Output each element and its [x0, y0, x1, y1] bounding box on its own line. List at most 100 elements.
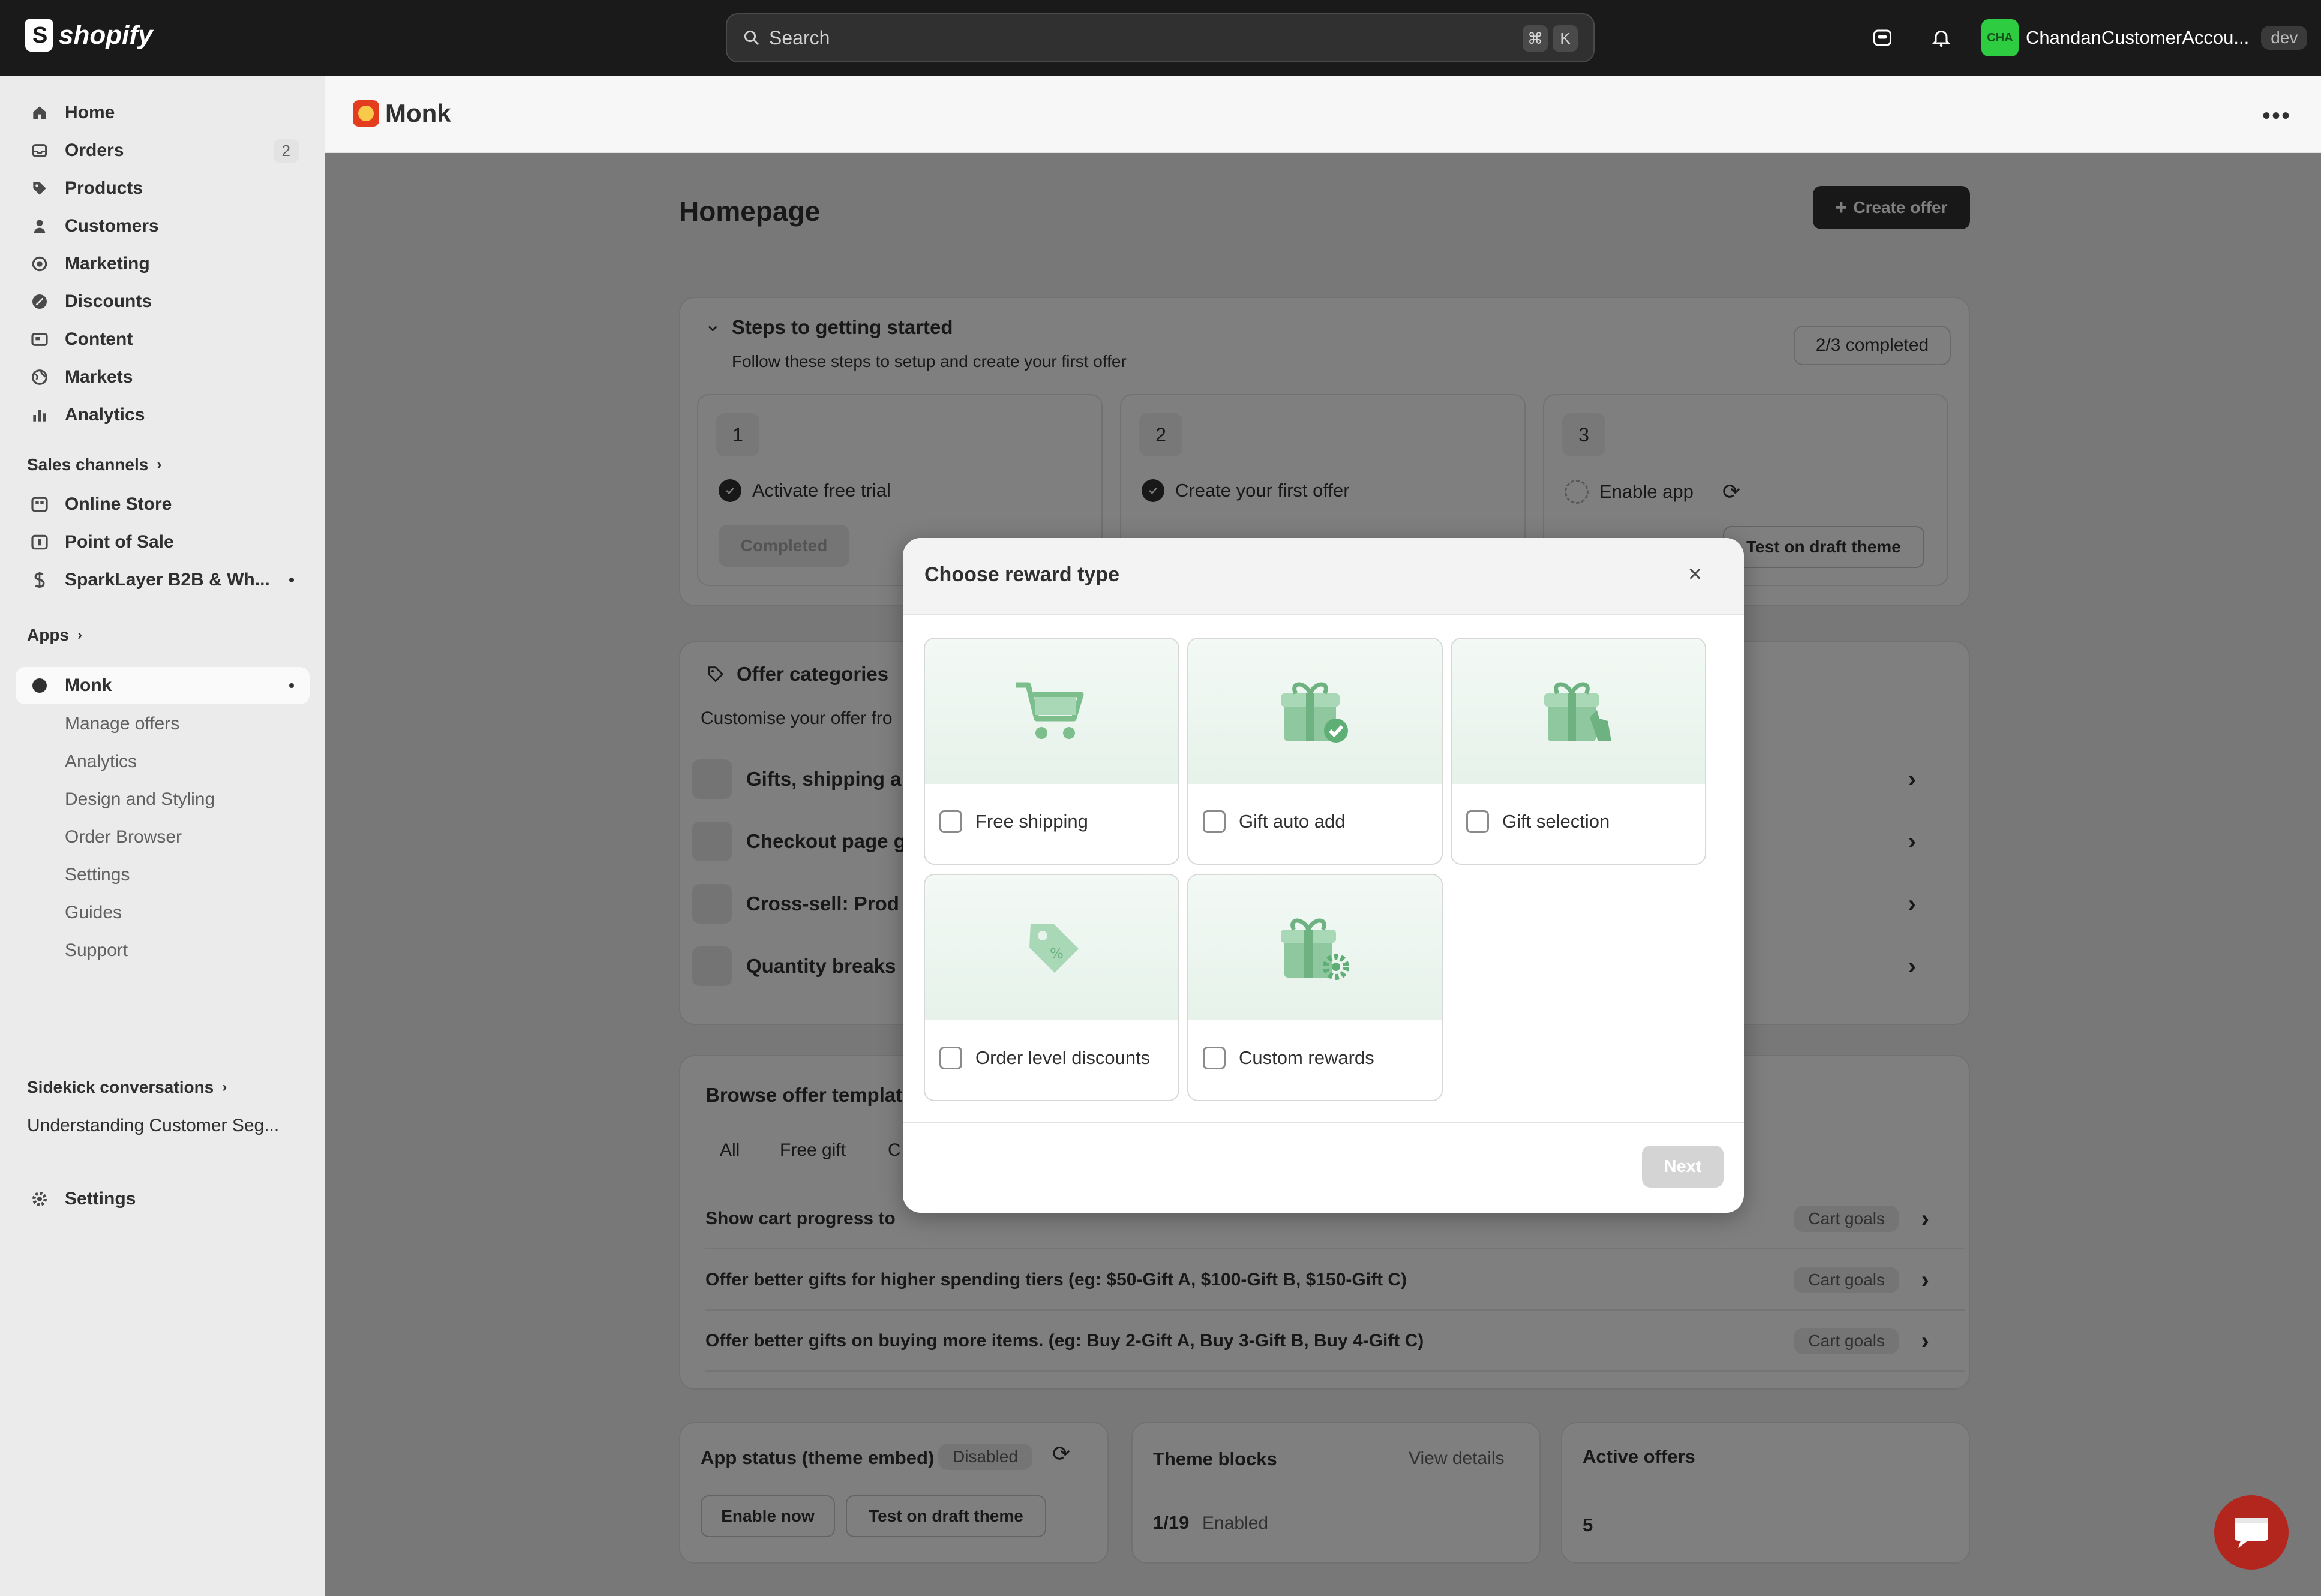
sidekick-icon[interactable] — [1869, 24, 1896, 52]
gift-auto-add-checkbox[interactable] — [1203, 810, 1226, 833]
reward-label: Gift auto add — [1239, 811, 1346, 832]
logo-text: shopify — [59, 20, 153, 50]
sidebar-item-label: Customers — [65, 216, 159, 236]
reward-image — [925, 639, 1178, 784]
reward-label: Order level discounts — [975, 1047, 1151, 1068]
monk-logo-icon — [353, 100, 379, 127]
account-avatar: CHA — [1981, 19, 2019, 56]
reward-image — [1188, 639, 1442, 784]
sidebar-subitem-settings[interactable]: Settings — [65, 857, 130, 893]
sidebar-item-label: Markets — [65, 367, 133, 387]
sidebar-subitem-guides[interactable]: Guides — [65, 895, 122, 931]
sidebar-item-content[interactable]: Content — [16, 321, 310, 358]
sidebar-item-label: Marketing — [65, 254, 150, 273]
sidebar-item-label: Point of Sale — [65, 532, 174, 552]
sales-channels-label: Sales channels — [27, 455, 149, 474]
reward-option-gift-auto-add[interactable]: Gift auto add — [1187, 638, 1443, 865]
reward-label-row: Free shipping — [939, 810, 1088, 833]
sidebar-item-discounts[interactable]: Discounts — [16, 283, 310, 320]
sidebar-item-customers[interactable]: Customers — [16, 208, 310, 245]
more-actions-icon[interactable]: ••• — [2262, 103, 2291, 130]
reward-label-row: Gift selection — [1466, 810, 1610, 833]
sales-channels-heading[interactable]: Sales channels › — [27, 455, 161, 474]
sidebar-subitem-order-browser[interactable]: Order Browser — [65, 819, 182, 855]
sidebar-item-marketing[interactable]: Marketing — [16, 245, 310, 282]
reward-option-order-level-discounts[interactable]: % Order level discounts — [924, 874, 1179, 1101]
sidebar-item-markets[interactable]: Markets — [16, 359, 310, 396]
chat-launcher-button[interactable] — [2214, 1495, 2289, 1570]
sidebar-item-label: SparkLayer B2B & Wh... — [65, 570, 270, 590]
sidebar-item-label: Online Store — [65, 494, 172, 514]
chevron-right-icon: › — [222, 1079, 227, 1095]
chevron-right-icon: › — [157, 456, 162, 473]
free-shipping-checkbox[interactable] — [939, 810, 962, 833]
sidebar-item-label: Home — [65, 103, 115, 122]
sparklayer-icon — [34, 572, 45, 588]
reward-option-free-shipping[interactable]: Free shipping — [924, 638, 1179, 865]
pos-icon — [31, 534, 48, 550]
sidebar-item-products[interactable]: Products — [16, 170, 310, 207]
next-button[interactable]: Next — [1642, 1146, 1724, 1188]
tag-icon — [33, 182, 46, 195]
order-level-discounts-checkbox[interactable] — [939, 1047, 962, 1069]
reward-label-row: Custom rewards — [1203, 1047, 1374, 1069]
modal-title: Choose reward type — [924, 563, 1119, 586]
unread-dot — [289, 683, 294, 688]
reward-label-row: Gift auto add — [1203, 810, 1346, 833]
target-icon — [32, 256, 47, 272]
app-title: Monk — [353, 99, 451, 128]
sidebar-item-sparklayer[interactable]: SparkLayer B2B & Wh... — [16, 561, 310, 599]
sidebar-item-settings[interactable]: Settings — [16, 1180, 310, 1218]
reward-type-modal: Choose reward type × Free shipping Gift … — [903, 538, 1744, 1213]
account-name: ChandanCustomerAccou... — [2026, 27, 2250, 48]
sidekick-heading[interactable]: Sidekick conversations › — [27, 1078, 227, 1097]
sidebar-item-label: Content — [65, 329, 133, 349]
apps-heading[interactable]: Apps › — [27, 626, 82, 645]
shopify-logo[interactable]: shopify — [25, 19, 152, 52]
monk-app-icon — [32, 678, 47, 693]
sidebar-item-home[interactable]: Home — [16, 94, 310, 131]
svg-text:%: % — [1050, 945, 1064, 962]
sidebar-subitem-analytics[interactable]: Analytics — [65, 744, 137, 780]
search-input[interactable]: Search ⌘ K — [726, 13, 1595, 62]
reward-option-gift-selection[interactable]: Gift selection — [1451, 638, 1706, 865]
sidebar-subitem-design[interactable]: Design and Styling — [65, 782, 215, 817]
reward-label: Gift selection — [1502, 811, 1610, 832]
sidebar-subitem-support[interactable]: Support — [65, 933, 128, 969]
reward-label-row: Order level discounts — [939, 1047, 1150, 1069]
account-menu[interactable]: CHA ChandanCustomerAccou... dev — [1981, 18, 2308, 58]
reward-label: Free shipping — [975, 811, 1088, 832]
gift-gear-icon — [1281, 918, 1349, 980]
sidebar-item-analytics[interactable]: Analytics — [16, 396, 310, 434]
sidebar-subitem-manage-offers[interactable]: Manage offers — [65, 706, 179, 742]
content-icon — [31, 333, 48, 346]
app-title-text: Monk — [385, 99, 451, 127]
sidebar-item-monk[interactable]: Monk — [16, 667, 310, 704]
sidebar-item-label: Discounts — [65, 291, 152, 311]
search-icon — [744, 30, 759, 46]
sidebar-item-online-store[interactable]: Online Store — [16, 486, 310, 523]
bell-icon[interactable] — [1927, 24, 1955, 52]
reward-image: % — [925, 875, 1178, 1020]
chat-bubble-icon — [2235, 1518, 2268, 1548]
sidekick-conversation[interactable]: Understanding Customer Seg... — [27, 1116, 279, 1136]
reward-option-custom-rewards[interactable]: Custom rewards — [1187, 874, 1443, 1101]
apps-label: Apps — [27, 626, 69, 644]
sidebar-item-orders[interactable]: Orders 2 — [16, 132, 310, 169]
home-icon — [33, 106, 46, 119]
sidekick-label: Sidekick conversations — [27, 1078, 214, 1096]
sidebar-item-label: Products — [65, 178, 143, 198]
store-icon — [31, 497, 48, 512]
search-placeholder: Search — [769, 26, 830, 49]
sidebar-item-label: Monk — [65, 675, 112, 695]
unread-dot — [289, 578, 294, 582]
close-icon[interactable]: × — [1688, 561, 1702, 588]
person-icon — [34, 220, 46, 233]
sidebar-item-point-of-sale[interactable]: Point of Sale — [16, 524, 310, 561]
custom-rewards-checkbox[interactable] — [1203, 1047, 1226, 1069]
modal-footer-divider — [903, 1122, 1744, 1123]
sidebar-item-label: Settings — [65, 1189, 136, 1209]
sidebar-item-label: Orders — [65, 140, 124, 160]
gift-selection-checkbox[interactable] — [1466, 810, 1489, 833]
app-header: Monk ••• — [325, 76, 2321, 153]
